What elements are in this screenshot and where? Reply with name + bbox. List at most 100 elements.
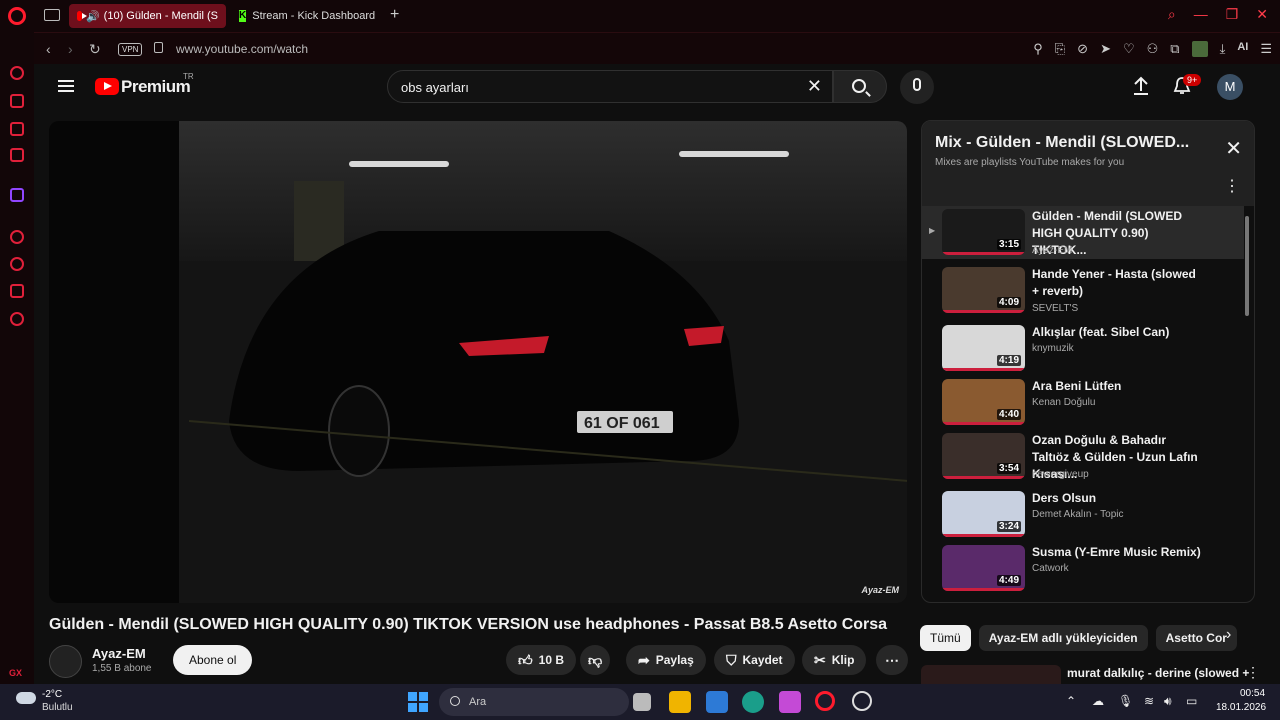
new-tab-icon[interactable]: + [390,6,399,24]
tray-app-icon[interactable]: ☁ [1092,694,1104,708]
aria-ai-button[interactable]: AI [1237,41,1248,57]
brand-label[interactable]: Premium [121,77,191,97]
channel-name[interactable]: Ayaz-EM [92,646,146,661]
like-button[interactable]: 👍︎ 10 B [506,645,576,675]
clear-search-icon[interactable]: ✕ [807,76,822,97]
battery-icon[interactable]: ▭ [1186,694,1197,708]
pin-icon[interactable]: ⚲ [1033,41,1043,57]
list-item[interactable]: 4:19 Alkışlar (feat. Sibel Can) knymuzik [922,322,1244,375]
easy-setup-icon[interactable]: ☰ [1260,41,1272,57]
reload-icon[interactable]: ↻ [89,41,101,58]
search-button[interactable] [833,70,887,103]
lock-icon[interactable] [154,42,163,53]
gx-control-icon[interactable] [10,94,24,108]
video-title[interactable]: Alkışlar (feat. Sibel Can) [1032,324,1202,341]
file-explorer-icon[interactable] [669,691,691,713]
search-input[interactable]: obs ayarları ✕ [387,70,833,103]
subscribe-button[interactable]: Abone ol [173,645,253,675]
back-icon[interactable]: ‹ [46,41,51,57]
video-title[interactable]: Ders Olsun [1032,490,1202,507]
chip-uploader[interactable]: Ayaz-EM adlı yükleyiciden [978,625,1148,651]
cloud-icon[interactable] [16,692,36,704]
speed-dial-icon[interactable] [10,66,24,80]
weather-description[interactable]: Bulutlu [42,702,73,713]
chip-asetto[interactable]: Asetto Cor [1155,625,1237,651]
clock-date[interactable]: 18.01.2026 [1216,702,1266,713]
store-icon[interactable] [706,691,728,713]
weather-temperature[interactable]: -2°C [42,689,62,700]
youtube-logo-icon[interactable] [95,78,119,95]
opera-gx-taskbar-icon[interactable] [815,691,835,711]
tab-kick[interactable]: K Stream - Kick Dashboard [231,4,381,28]
wifi-icon[interactable]: ≋ [1144,694,1154,708]
thumbnail[interactable]: 3:24 [942,491,1025,537]
upload-icon[interactable] [1133,76,1149,96]
thumbnail[interactable]: 4:19 [942,325,1025,371]
opera-logo-icon[interactable] [8,7,26,25]
thumbnail[interactable]: 4:09 [942,267,1025,313]
chevron-right-icon[interactable]: › [1226,626,1231,644]
channel-avatar[interactable] [49,645,82,678]
extensions-icon[interactable] [10,284,24,298]
send-icon[interactable]: ➤ [1100,41,1111,57]
playlist-scrollbar[interactable] [1245,216,1249,316]
vpn-extension-icon[interactable]: ⚇ [1147,41,1159,57]
heart-icon[interactable]: ♡ [1123,41,1135,57]
recommendation-more-icon[interactable]: ⋮ [1246,664,1260,681]
maximize-icon[interactable]: ❐ [1226,6,1239,23]
recommendation-title[interactable]: murat dalkılıç - derine (slowed + [1067,666,1249,680]
search-query[interactable]: obs ayarları [401,80,469,95]
playlist-more-icon[interactable]: ⋮ [1224,176,1240,196]
taskbar-search[interactable]: Ara [439,688,629,716]
copilot-icon[interactable] [779,691,801,713]
settings-icon[interactable] [10,312,24,326]
snapshot-icon[interactable]: ⎘ [1055,41,1065,57]
forward-icon[interactable]: › [68,41,73,57]
avatar[interactable]: M [1217,74,1243,100]
more-actions-button[interactable]: ⋯ [876,645,908,675]
video-player[interactable]: 61 OF 061 Ayaz-EM [49,121,907,603]
list-item[interactable]: 4:49 Susma (Y-Emre Music Remix) Catwork [922,542,1244,595]
puzzle-icon[interactable]: ⧉ [1170,41,1179,57]
profile-extension-icon[interactable] [1191,41,1208,57]
video-title[interactable]: Ara Beni Lütfen [1032,378,1202,395]
list-item[interactable]: 4:09 Hande Yener - Hasta (slowed + reverb… [922,264,1244,317]
dislike-button[interactable]: 👎︎ [580,645,611,675]
speaker-icon[interactable]: 🔊 [86,10,100,23]
player-icon[interactable] [10,230,24,244]
messenger-icon[interactable] [10,148,24,162]
volume-icon[interactable]: 🔊︎ [1164,694,1172,709]
video-title[interactable]: Susma (Y-Emre Music Remix) [1032,544,1202,561]
list-item[interactable]: 3:54 Ozan Doğulu & Bahadır Taltıöz & Güld… [922,430,1244,483]
chip-all[interactable]: Tümü [920,625,971,651]
video-title[interactable]: Hande Yener - Hasta (slowed + reverb) [1032,266,1202,300]
close-playlist-icon[interactable]: ✕ [1225,136,1242,161]
steam-icon[interactable] [852,691,872,711]
voice-search-button[interactable] [900,70,934,104]
adblock-icon[interactable]: ⊘ [1077,41,1088,57]
vpn-badge[interactable]: VPN [118,43,143,56]
search-tabs-icon[interactable]: ⌕ [1168,6,1176,23]
clock-time[interactable]: 00:54 [1240,688,1265,699]
menu-icon[interactable] [58,80,74,92]
minimize-icon[interactable]: — [1194,6,1208,23]
recommendation-thumbnail[interactable] [921,665,1061,684]
tray-overflow-icon[interactable]: ⌃ [1066,694,1076,708]
close-window-icon[interactable]: ✕ [1256,6,1268,23]
list-item[interactable]: 3:24 Ders Olsun Demet Akalın - Topic [922,488,1244,541]
tab-youtube[interactable]: 🔊 (10) Gülden - Mendil (S [69,4,226,28]
clip-button[interactable]: ✂ Klip [802,645,867,675]
thumbnail[interactable]: 4:40 [942,379,1025,425]
list-item[interactable]: 4:40 Ara Beni Lütfen Kenan Doğulu [922,376,1244,429]
thumbnail[interactable]: 3:54 [942,433,1025,479]
edge-icon[interactable] [742,691,764,713]
share-button[interactable]: ➦ Paylaş [626,645,706,675]
history-icon[interactable] [10,257,24,271]
playlist-title[interactable]: Mix - Gülden - Mendil (SLOWED... [935,134,1189,152]
list-item[interactable]: ▶ 3:15 Gülden - Mendil (SLOWED HIGH QUALIT… [922,206,1244,259]
thumbnail[interactable]: 3:15 [942,209,1025,255]
workspaces-icon[interactable] [44,9,60,21]
download-icon[interactable]: ⤓ [1220,41,1226,57]
twitch-icon[interactable] [10,188,24,202]
gx-corner-icon[interactable] [10,122,24,136]
